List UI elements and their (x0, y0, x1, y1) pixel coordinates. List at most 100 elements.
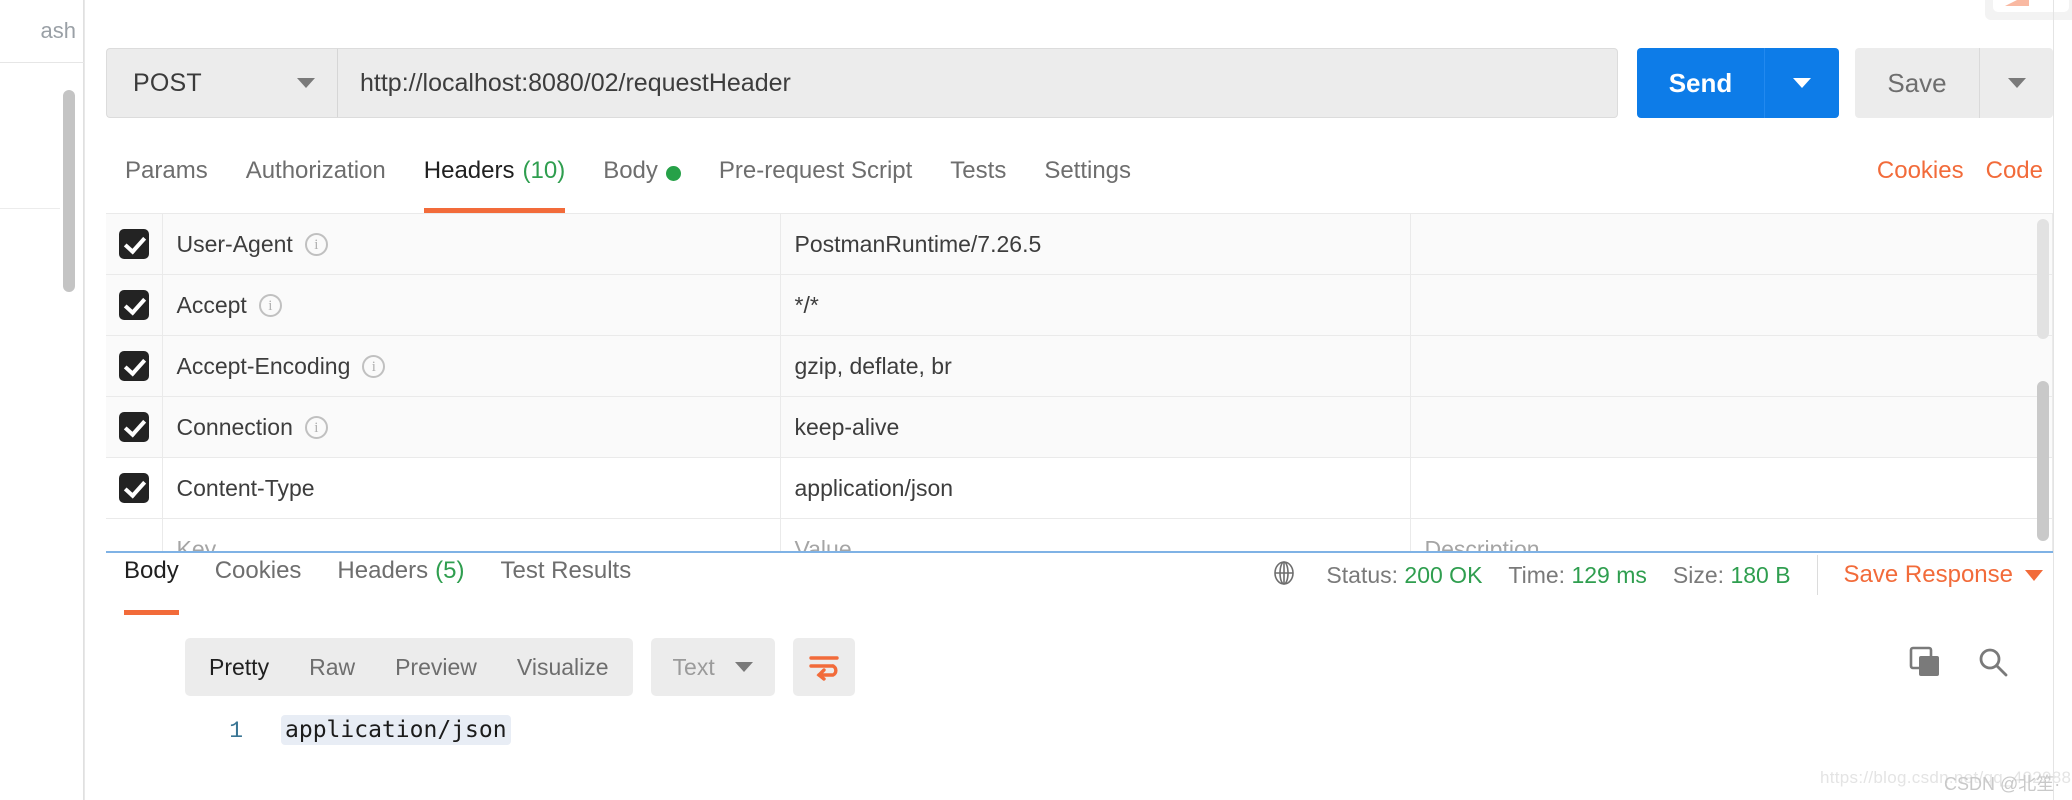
tab-settings[interactable]: Settings (1025, 155, 1150, 213)
header-description-cell[interactable] (1410, 335, 2053, 397)
response-tab-body[interactable]: Body (106, 553, 197, 615)
request-response-panel: POST http://localhost:8080/02/requestHea… (84, 0, 2072, 800)
tab-tests[interactable]: Tests (931, 155, 1025, 213)
headers-scrollbar-thumb-upper[interactable] (2037, 219, 2049, 339)
table-row[interactable]: Accept-Encoding i gzip, deflate, br (106, 335, 2053, 397)
http-method-label: POST (133, 68, 202, 97)
panel-right-border (2053, 0, 2054, 800)
header-key-cell[interactable]: Content-Type (162, 457, 781, 519)
checkbox-checked-icon[interactable] (118, 229, 149, 259)
header-row-checkbox-cell[interactable] (106, 396, 163, 458)
response-tab-cookies[interactable]: Cookies (197, 553, 320, 615)
table-row[interactable]: Content-Type application/json (106, 457, 2053, 519)
headers-scrollbar-thumb[interactable] (2037, 381, 2049, 541)
wrap-lines-button[interactable] (792, 638, 855, 696)
header-row-checkbox-cell[interactable] (106, 457, 163, 519)
header-row-checkbox-cell[interactable] (106, 335, 163, 397)
header-value-text: PostmanRuntime/7.26.5 (794, 230, 1042, 257)
header-row-checkbox-cell[interactable] (106, 213, 163, 275)
tab-authorization[interactable]: Authorization (227, 155, 405, 213)
chevron-down-icon[interactable] (2025, 569, 2043, 581)
sidebar-divider (0, 208, 60, 209)
header-value-cell[interactable]: application/json (780, 457, 1411, 519)
header-value-cell[interactable]: PostmanRuntime/7.26.5 (780, 213, 1411, 275)
header-value-cell[interactable]: */* (780, 274, 1411, 336)
headers-table: User-Agent i PostmanRuntime/7.26.5 Accep… (106, 213, 2053, 553)
sidebar-item-trash-label: ash (40, 18, 76, 43)
info-icon[interactable]: i (304, 232, 328, 256)
chevron-down-icon (2007, 78, 2026, 88)
save-button[interactable]: Save (1855, 48, 1979, 118)
response-tabs-bar: Body Cookies Headers (5) Test Results St… (106, 553, 2053, 617)
table-row[interactable]: Connection i keep-alive (106, 396, 2053, 458)
table-row[interactable]: User-Agent i PostmanRuntime/7.26.5 (106, 213, 2053, 275)
header-key-cell[interactable]: Accept i (162, 274, 781, 336)
checkbox-checked-icon[interactable] (118, 290, 149, 320)
new-row-value-input[interactable]: Value (780, 518, 1411, 551)
header-key-cell[interactable]: Accept-Encoding i (162, 335, 781, 397)
tab-body[interactable]: Body (584, 155, 700, 213)
header-value-text: gzip, deflate, br (794, 352, 952, 379)
postman-window: ash POST http://localhost:8080/02/reques… (0, 0, 2072, 800)
new-row-description-placeholder: Description (1424, 535, 1540, 553)
tab-tests-label: Tests (950, 157, 1007, 184)
header-description-cell[interactable] (1410, 213, 2053, 275)
time-label: Time: (1508, 561, 1566, 588)
table-row-new-entry[interactable]: Key Value Description (106, 518, 2053, 553)
chevron-down-icon[interactable] (297, 78, 315, 88)
view-mode-pretty[interactable]: Pretty (189, 638, 289, 696)
header-description-cell[interactable] (1410, 457, 2053, 519)
view-mode-preview[interactable]: Preview (375, 638, 497, 696)
response-format-select[interactable]: Text (650, 638, 775, 696)
tab-body-label: Body (603, 157, 658, 184)
left-sidebar: ash (0, 0, 84, 800)
save-options-button[interactable] (1979, 48, 2053, 118)
header-key-cell[interactable]: Connection i (162, 396, 781, 458)
globe-icon[interactable] (1268, 557, 1300, 594)
header-value-cell[interactable]: keep-alive (780, 396, 1411, 458)
tab-headers-label: Headers (423, 157, 515, 184)
header-key-text: Accept (176, 291, 247, 318)
info-icon[interactable]: i (362, 354, 386, 378)
line-content: application/json (281, 715, 511, 745)
tab-settings-label: Settings (1044, 157, 1132, 184)
code-line: 1 application/json (185, 715, 1985, 745)
tab-headers[interactable]: Headers (10) (405, 155, 584, 213)
checkbox-checked-icon[interactable] (118, 351, 149, 381)
save-response-button[interactable]: Save Response (1844, 561, 2043, 589)
header-description-cell[interactable] (1410, 274, 2053, 336)
tab-params-label: Params (125, 157, 208, 184)
response-meta: Status: 200 OK Time: 129 ms Size: 180 B … (1268, 555, 2043, 595)
checkbox-checked-icon[interactable] (118, 412, 149, 442)
sidebar-item-trash[interactable]: ash (0, 0, 84, 63)
view-mode-visualize[interactable]: Visualize (497, 638, 629, 696)
code-link[interactable]: Code (1986, 157, 2043, 185)
send-options-button[interactable] (1764, 48, 1839, 118)
info-icon[interactable]: i (304, 415, 328, 439)
copy-icon[interactable] (1908, 645, 1942, 684)
http-method-select[interactable]: POST (106, 48, 337, 118)
response-tab-headers[interactable]: Headers (5) (319, 553, 482, 615)
new-row-key-input[interactable]: Key (162, 518, 781, 551)
table-row[interactable]: Accept i */* (106, 274, 2053, 336)
cookies-link[interactable]: Cookies (1877, 157, 1964, 185)
new-row-description-input[interactable]: Description (1410, 518, 2053, 553)
search-icon[interactable] (1976, 645, 2010, 684)
header-row-checkbox-cell[interactable] (106, 274, 163, 336)
tab-pre-request-script[interactable]: Pre-request Script (700, 155, 931, 213)
sidebar-scrollbar-thumb[interactable] (63, 90, 75, 292)
time-badge: Time: 129 ms (1508, 562, 1646, 589)
header-description-cell[interactable] (1410, 396, 2053, 458)
header-key-cell[interactable]: User-Agent i (162, 213, 781, 275)
response-format-label: Text (672, 653, 715, 680)
header-value-cell[interactable]: gzip, deflate, br (780, 335, 1411, 397)
info-icon[interactable]: i (258, 293, 282, 317)
response-tab-test-results[interactable]: Test Results (482, 553, 649, 615)
send-button[interactable]: Send (1637, 48, 1764, 118)
url-input[interactable]: http://localhost:8080/02/requestHeader (337, 48, 1618, 118)
response-body-content[interactable]: 1 application/json (185, 715, 1985, 745)
tab-params[interactable]: Params (106, 155, 227, 213)
checkbox-checked-icon[interactable] (118, 473, 149, 503)
view-mode-raw[interactable]: Raw (289, 638, 375, 696)
time-value: 129 ms (1571, 561, 1647, 588)
